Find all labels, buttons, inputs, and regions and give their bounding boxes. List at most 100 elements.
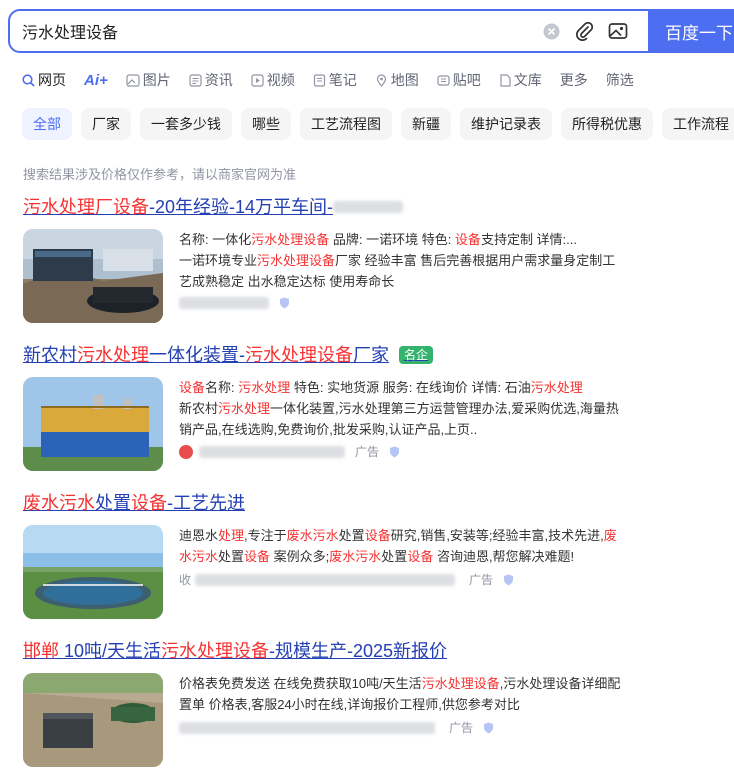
text-segment: ,专注于 (244, 528, 287, 543)
related-filter-chips: 全部 厂家 一套多少钱 哪些 工艺流程图 新疆 维护记录表 所得税优惠 工作流程 (22, 108, 734, 140)
tab-label: 视频 (266, 72, 295, 88)
ad-label: 广告 (449, 721, 474, 735)
redacted-text (333, 201, 404, 213)
ad-label: 广告 (355, 445, 380, 459)
snippet-line: 新农村污水处理一体化装置,污水处理第三方运营管理办法,爱采购优选,海量热销产品,… (179, 398, 624, 440)
tab-map[interactable]: 地图 (375, 70, 419, 90)
tab-more[interactable]: 更多 (560, 70, 588, 90)
redacted-source (179, 721, 435, 734)
tab-images[interactable]: 图片 (126, 70, 171, 90)
tab-web[interactable]: 网页 (22, 70, 66, 90)
redacted-source (195, 573, 456, 586)
text-segment: 品牌: 一诺环境 特色: (329, 232, 455, 247)
highlighted-term: 设备 (131, 493, 167, 513)
result-thumbnail[interactable] (23, 673, 163, 767)
text-segment: 支持定制 详情:... (480, 232, 577, 247)
text-segment: 名称: (205, 380, 239, 395)
highlighted-term: 污水处理设备 (161, 641, 270, 661)
note-icon (313, 73, 326, 87)
chip-all[interactable]: 全部 (22, 108, 72, 140)
result-snippet: 设备名称: 污水处理 特色: 实地货源 服务: 在线询价 详情: 石油污水处理 … (179, 377, 624, 440)
text-segment: 咨询迪恩,帮您解决难题! (433, 549, 575, 564)
snippet-line: 名称: 一体化污水处理设备 品牌: 一诺环境 特色: 设备支持定制 详情:... (179, 229, 624, 250)
tieba-icon (437, 74, 450, 87)
tab-label: 贴吧 (452, 72, 481, 88)
shield-icon (503, 574, 514, 586)
chip[interactable]: 哪些 (241, 108, 291, 140)
text-segment: 处置 (338, 528, 365, 543)
price-notice: 搜索结果涉及价格仅作参考，请以商家官网为准 (23, 167, 297, 182)
tab-label: 更多 (559, 72, 588, 88)
chip[interactable]: 工作流程 (662, 108, 734, 140)
source-logo (179, 444, 193, 459)
tab-video[interactable]: 视频 (251, 70, 295, 90)
tab-tieba[interactable]: 贴吧 (437, 70, 481, 90)
highlighted-term: 污水 (59, 493, 95, 513)
result-title-link[interactable]: 邯郸 10吨/天生活污水处理设备-规模生产-2025新报价 (23, 639, 723, 663)
text-segment: 一诺环境专业 (179, 253, 258, 268)
chip[interactable]: 工艺流程图 (300, 108, 392, 140)
search-input[interactable]: 污水处理设备 (22, 19, 118, 43)
clear-icon[interactable] (541, 21, 561, 41)
tab-label: 资讯 (204, 72, 233, 88)
chip[interactable]: 维护记录表 (460, 108, 552, 140)
highlighted-term: 污水处理设备 (245, 345, 353, 365)
tab-label: 笔记 (328, 72, 357, 88)
highlighted-term: 污水处理 (77, 345, 149, 365)
news-icon (189, 73, 202, 87)
highlighted-term: 污水处理设备 (421, 676, 500, 691)
text-segment: 处置 (95, 493, 131, 513)
text-segment: 价格表免费发送 在线免费获取10吨/天生活 (179, 676, 422, 691)
chip[interactable]: 新疆 (401, 108, 451, 140)
map-icon (375, 73, 388, 87)
highlighted-term: 设备 (364, 528, 391, 543)
snippet-line: 价格表免费发送 在线免费获取10吨/天生活污水处理设备,污水处理设备详细配置单 … (179, 673, 624, 715)
result-thumbnail[interactable] (23, 377, 163, 471)
result-title-text: 废水污水处置设备-工艺先进 (23, 491, 245, 515)
ad-label: 广告 (469, 573, 494, 587)
tab-notes[interactable]: 笔记 (313, 70, 357, 90)
search-result: 污水处理厂设备-20年经验-14万平车间- 名称: 一体化污水处理设备 品牌: … (23, 195, 723, 323)
tab-filter[interactable]: 筛选 (606, 70, 634, 90)
image-search-icon[interactable] (608, 21, 628, 41)
result-snippet: 迪恩水处理,专注于废水污水处置设备研究,销售,安装等;经验丰富,技术先进,废水污… (179, 525, 624, 567)
highlighted-term: 设备 (244, 549, 271, 564)
highlighted-term: 污水处理设备 (257, 253, 336, 268)
search-result: 新农村污水处理一体化装置-污水处理设备厂家 名企 设备名称: 污水处理 特色: … (23, 343, 723, 471)
highlighted-term: 邯郸 (23, 641, 59, 661)
text-segment: 新农村 (23, 345, 77, 365)
tab-label: Ai+ (84, 71, 108, 89)
result-thumbnail[interactable] (23, 229, 163, 323)
result-title-link[interactable]: 废水污水处置设备-工艺先进 (23, 491, 723, 515)
chip[interactable]: 一套多少钱 (140, 108, 232, 140)
result-snippet: 名称: 一体化污水处理设备 品牌: 一诺环境 特色: 设备支持定制 详情:...… (179, 229, 624, 292)
result-title-link[interactable]: 新农村污水处理一体化装置-污水处理设备厂家 名企 (23, 343, 723, 367)
tab-ai[interactable]: Ai+ (84, 72, 108, 89)
result-title-link[interactable]: 污水处理厂设备-20年经验-14万平车间- (23, 195, 723, 219)
highlighted-term: 污水处理 (238, 380, 291, 395)
highlighted-term: 污水处理 (530, 380, 583, 395)
chip[interactable]: 所得税优惠 (561, 108, 653, 140)
result-title-text: 邯郸 10吨/天生活污水处理设备-规模生产-2025新报价 (23, 639, 447, 663)
search-button[interactable]: 百度一下 (648, 9, 734, 53)
redacted-source (179, 297, 269, 309)
verified-badge: 名企 (399, 346, 434, 364)
search-result: 废水污水处置设备-工艺先进 迪恩水处理,专注于废水污水处置设备研究,销售,安装等… (23, 491, 723, 619)
search-result: 邯郸 10吨/天生活污水处理设备-规模生产-2025新报价 价格表免费发送 在线… (23, 639, 723, 767)
snippet-line: 设备名称: 污水处理 特色: 实地货源 服务: 在线询价 详情: 石油污水处理 (179, 377, 624, 398)
tab-label: 筛选 (605, 72, 634, 88)
tab-label: 网页 (38, 72, 66, 88)
text-segment: 新农村 (179, 401, 219, 416)
text-segment: -20年经验-14万平车间- (149, 197, 334, 217)
chip[interactable]: 厂家 (81, 108, 131, 140)
text-segment: 研究,销售,安装等;经验丰富,技术先进, (390, 528, 604, 543)
highlighted-term: 污水处理 (218, 401, 271, 416)
attachment-icon[interactable] (574, 21, 594, 41)
shield-icon (279, 297, 290, 309)
video-icon (251, 73, 264, 87)
result-thumbnail[interactable] (23, 525, 163, 619)
tab-news[interactable]: 资讯 (189, 70, 233, 90)
tab-wenku[interactable]: 文库 (499, 70, 542, 90)
search-bar: 污水处理设备 百度一下 (8, 9, 734, 53)
snippet-line: 迪恩水处理,专注于废水污水处置设备研究,销售,安装等;经验丰富,技术先进,废水污… (179, 525, 624, 567)
